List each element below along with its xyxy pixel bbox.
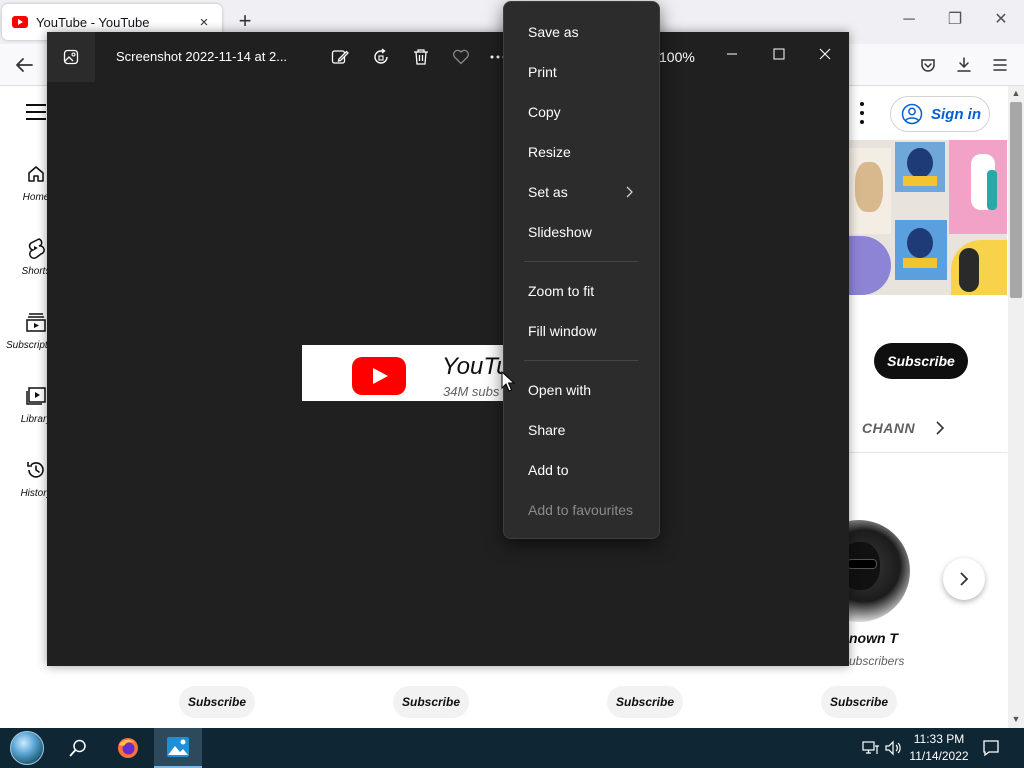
channel-subscribe-button[interactable]: Subscribe bbox=[874, 343, 968, 379]
menu-separator bbox=[524, 360, 638, 361]
tabs-divider bbox=[849, 452, 1007, 453]
menu-item-share[interactable]: Share bbox=[504, 411, 659, 449]
subscriptions-icon bbox=[24, 310, 48, 334]
rotate-button[interactable] bbox=[369, 45, 393, 69]
history-icon bbox=[24, 458, 48, 482]
viewer-filename: Screenshot 2022-11-14 at 2... bbox=[116, 49, 288, 64]
submenu-chevron-icon bbox=[626, 186, 633, 198]
tab-title: YouTube - YouTube bbox=[36, 14, 150, 30]
taskbar-clock[interactable]: 11:33 PM 11/14/2022 bbox=[906, 731, 972, 765]
scroll-up-icon[interactable]: ▲ bbox=[1008, 86, 1024, 100]
edit-image-button[interactable] bbox=[328, 45, 352, 69]
download-icon bbox=[957, 57, 971, 72]
back-button[interactable] bbox=[11, 52, 37, 78]
featured-channel-name[interactable]: nown T bbox=[849, 630, 898, 646]
preview-channel-title: YouTu bbox=[442, 353, 510, 380]
edit-image-icon bbox=[331, 50, 349, 64]
shorts-icon bbox=[24, 236, 48, 260]
menu-item-set-as[interactable]: Set as bbox=[504, 173, 659, 211]
clock-time: 11:33 PM bbox=[913, 732, 965, 746]
viewer-titlebar: Screenshot 2022-11-14 at 2... 100% bbox=[47, 32, 849, 82]
pocket-button[interactable] bbox=[915, 52, 941, 78]
scroll-down-icon[interactable]: ▼ bbox=[1008, 712, 1024, 726]
youtube-logo-icon bbox=[352, 357, 406, 395]
menu-item-slideshow[interactable]: Slideshow bbox=[504, 213, 659, 251]
more-options-context-menu: Save as Print Copy Resize Set as Slidesh… bbox=[503, 1, 660, 539]
browser-restore-button[interactable]: ❐ bbox=[940, 8, 970, 32]
menu-item-fill-window[interactable]: Fill window bbox=[504, 312, 659, 350]
search-icon bbox=[69, 739, 86, 757]
account-icon bbox=[901, 103, 923, 125]
minimize-icon bbox=[727, 53, 737, 55]
subscribe-pill-button[interactable]: Subscribe bbox=[607, 686, 683, 718]
featured-channel-subscribers: ubscribers bbox=[849, 654, 905, 668]
delete-button[interactable] bbox=[409, 45, 433, 69]
youtube-guide-menu-icon[interactable] bbox=[26, 104, 46, 120]
menu-item-label: Set as bbox=[528, 184, 568, 200]
hamburger-menu-icon bbox=[993, 59, 1007, 71]
volume-icon[interactable] bbox=[884, 739, 902, 757]
browser-minimize-button[interactable]: ─ bbox=[894, 8, 924, 32]
taskbar-photos[interactable] bbox=[154, 728, 202, 768]
firefox-icon bbox=[118, 738, 138, 758]
menu-item-add-to[interactable]: Add to bbox=[504, 451, 659, 489]
new-tab-button[interactable]: + bbox=[234, 9, 256, 33]
library-icon bbox=[24, 384, 48, 408]
close-tab-icon[interactable]: × bbox=[196, 14, 212, 31]
delete-icon bbox=[414, 49, 428, 65]
mouse-cursor-icon bbox=[501, 371, 515, 392]
rotate-icon bbox=[374, 48, 388, 64]
maximize-icon bbox=[773, 48, 785, 60]
back-arrow-icon bbox=[16, 58, 33, 72]
windows-taskbar: 11:33 PM 11/14/2022 bbox=[0, 728, 1024, 768]
clock-date: 11/14/2022 bbox=[909, 749, 969, 763]
menu-item-save-as[interactable]: Save as bbox=[504, 13, 659, 51]
app-menu-button[interactable] bbox=[987, 52, 1013, 78]
sign-in-button[interactable]: Sign in bbox=[890, 96, 990, 132]
subscribe-pill-button[interactable]: Subscribe bbox=[821, 686, 897, 718]
photos-viewer-window: Screenshot 2022-11-14 at 2... 100% YouTu bbox=[47, 32, 849, 666]
carousel-next-button[interactable] bbox=[943, 558, 985, 600]
favorite-button[interactable] bbox=[449, 45, 473, 69]
preview-channel-subscribers: 34M subs bbox=[443, 384, 500, 399]
close-icon bbox=[819, 48, 831, 60]
menu-separator bbox=[524, 261, 638, 262]
menu-item-open-with[interactable]: Open with bbox=[504, 371, 659, 409]
zoom-level[interactable]: 100% bbox=[659, 49, 695, 65]
browser-close-button[interactable]: ✕ bbox=[986, 8, 1016, 32]
page-scrollbar[interactable]: ▲ ▼ bbox=[1008, 86, 1024, 728]
chevron-right-icon bbox=[960, 572, 969, 586]
settings-kebab-icon[interactable] bbox=[858, 102, 866, 124]
taskbar-firefox[interactable] bbox=[104, 728, 152, 768]
downloads-button[interactable] bbox=[951, 52, 977, 78]
network-icon[interactable] bbox=[862, 739, 880, 757]
channel-banner-image bbox=[849, 140, 1007, 295]
menu-item-resize[interactable]: Resize bbox=[504, 133, 659, 171]
subscribe-pill-button[interactable]: Subscribe bbox=[393, 686, 469, 718]
viewer-maximize-button[interactable] bbox=[764, 42, 794, 66]
menu-item-print[interactable]: Print bbox=[504, 53, 659, 91]
sidebar-item-label: Home bbox=[22, 192, 50, 203]
viewer-minimize-button[interactable] bbox=[717, 42, 747, 66]
notifications-icon[interactable] bbox=[980, 737, 1002, 759]
menu-item-copy[interactable]: Copy bbox=[504, 93, 659, 131]
subscribe-pill-button[interactable]: Subscribe bbox=[179, 686, 255, 718]
photos-app-icon[interactable] bbox=[47, 32, 95, 82]
favorite-icon bbox=[453, 49, 469, 65]
menu-item-zoom-to-fit[interactable]: Zoom to fit bbox=[504, 272, 659, 310]
tabs-scroll-right-icon[interactable] bbox=[930, 418, 950, 438]
windows-start-icon bbox=[10, 731, 44, 765]
screenshot-preview-image: YouTu 34M subs bbox=[302, 345, 512, 401]
home-icon bbox=[24, 162, 48, 186]
viewer-close-button[interactable] bbox=[810, 42, 840, 66]
youtube-favicon-icon bbox=[12, 16, 28, 28]
pocket-icon bbox=[921, 59, 935, 72]
search-button[interactable] bbox=[54, 728, 102, 768]
start-button[interactable] bbox=[8, 730, 46, 766]
tab-channels[interactable]: CHANN bbox=[862, 420, 915, 436]
scrollbar-thumb[interactable] bbox=[1010, 102, 1022, 298]
photos-icon bbox=[167, 737, 189, 757]
menu-item-add-to-favourites: Add to favourites bbox=[528, 502, 634, 518]
